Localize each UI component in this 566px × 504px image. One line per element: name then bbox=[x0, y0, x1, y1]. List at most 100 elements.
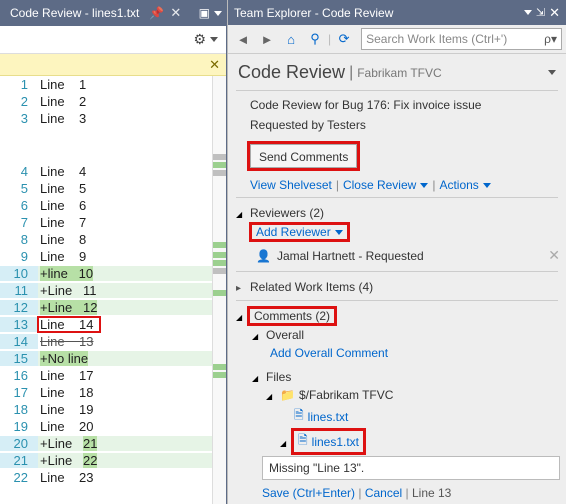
pin-icon[interactable]: 📌 bbox=[149, 6, 164, 20]
page-heading: Code Review | Fabrikam TFVC bbox=[228, 54, 566, 87]
remove-reviewer-icon[interactable]: ✕ bbox=[548, 247, 566, 264]
code-line[interactable]: 18Line 19 bbox=[0, 401, 226, 418]
code-line[interactable]: 19Line 20 bbox=[0, 418, 226, 435]
overview-ruler[interactable] bbox=[212, 76, 226, 504]
pane-menu-icon[interactable] bbox=[524, 10, 532, 15]
comment-input[interactable]: Missing "Line 13". bbox=[262, 456, 560, 480]
close-notification-icon[interactable]: ✕ bbox=[209, 57, 220, 73]
comment-context: Line 13 bbox=[412, 486, 451, 500]
chevron-right-icon[interactable] bbox=[236, 280, 246, 294]
code-line[interactable]: 14Line 13 bbox=[0, 333, 226, 350]
related-items-label: Related Work Items (4) bbox=[250, 280, 373, 294]
chevron-down-icon[interactable] bbox=[266, 388, 276, 402]
refresh-icon[interactable]: ⟳ bbox=[333, 28, 355, 50]
code-line[interactable]: 4Line 4 bbox=[0, 163, 226, 180]
code-line[interactable]: 17Line 18 bbox=[0, 384, 226, 401]
actions-dropdown-icon[interactable] bbox=[483, 183, 491, 188]
code-line[interactable]: 6Line 6 bbox=[0, 197, 226, 214]
files-node[interactable]: Files bbox=[252, 368, 566, 386]
code-line[interactable]: 21+Line 22 bbox=[0, 452, 226, 469]
code-line[interactable]: 1Line 1 bbox=[0, 76, 226, 93]
close-review-link[interactable]: Close Review bbox=[343, 178, 416, 192]
code-line[interactable]: 5Line 5 bbox=[0, 180, 226, 197]
heading-main: Code Review bbox=[238, 62, 345, 83]
pin-pane-icon[interactable]: ⇲ bbox=[536, 6, 545, 19]
heading-dropdown-icon[interactable] bbox=[548, 70, 556, 75]
search-input[interactable]: Search Work Items (Ctrl+') ρ▾ bbox=[361, 28, 562, 50]
file-row[interactable]: 🗎 lines.txt bbox=[252, 404, 566, 429]
comment-text: Missing "Line 13". bbox=[269, 461, 364, 475]
tab-menu-dropdown-icon[interactable] bbox=[214, 11, 222, 16]
folder-row[interactable]: 📁 $/Fabrikam TFVC bbox=[252, 386, 566, 404]
add-overall-comment-link[interactable]: Add Overall Comment bbox=[270, 346, 388, 360]
search-dropdown-icon[interactable]: ρ▾ bbox=[544, 32, 557, 46]
home-icon[interactable]: ⌂ bbox=[280, 28, 302, 50]
search-placeholder: Search Work Items (Ctrl+') bbox=[366, 32, 544, 46]
notification-bar: ✕ bbox=[0, 54, 226, 76]
overall-label: Overall bbox=[266, 328, 304, 342]
team-explorer-title-bar: Team Explorer - Code Review ⇲ ✕ bbox=[228, 0, 566, 25]
code-line[interactable]: 15+No line bbox=[0, 350, 226, 367]
code-line[interactable]: 8Line 8 bbox=[0, 231, 226, 248]
chevron-down-icon[interactable] bbox=[236, 206, 246, 220]
heading-project: Fabrikam TFVC bbox=[357, 66, 441, 80]
chevron-down-icon[interactable] bbox=[280, 435, 290, 449]
file-row-expanded[interactable]: 🗎 lines1.txt bbox=[252, 429, 566, 454]
code-line[interactable]: 12+Line 12 bbox=[0, 299, 226, 316]
editor-tab-bar: Code Review - lines1.txt 📌 ✕ ▣ bbox=[0, 0, 226, 26]
code-toolbar: ⚙ bbox=[0, 26, 226, 54]
code-line[interactable]: 13Line 14 bbox=[0, 316, 226, 333]
actions-link[interactable]: Actions bbox=[439, 178, 478, 192]
code-line[interactable]: 7Line 7 bbox=[0, 214, 226, 231]
toolbar-dropdown-icon[interactable] bbox=[210, 37, 218, 42]
review-summary-title: Code Review for Bug 176: Fix invoice iss… bbox=[228, 94, 566, 118]
folder-icon: 📁 bbox=[280, 388, 295, 402]
code-line[interactable]: 16Line 17 bbox=[0, 367, 226, 384]
chevron-down-icon[interactable] bbox=[252, 370, 262, 384]
related-items-section[interactable]: Related Work Items (4) bbox=[228, 275, 566, 297]
code-line[interactable]: 9Line 9 bbox=[0, 248, 226, 265]
view-shelveset-link[interactable]: View Shelveset bbox=[250, 178, 332, 192]
code-editor-pane: Code Review - lines1.txt 📌 ✕ ▣ ⚙ ✕ 1Line… bbox=[0, 0, 227, 504]
cancel-comment-link[interactable]: Cancel bbox=[365, 486, 402, 500]
code-line[interactable]: 20+Line 21 bbox=[0, 435, 226, 452]
close-tab-icon[interactable]: ✕ bbox=[170, 5, 181, 21]
reviewer-item[interactable]: 👤 Jamal Hartnett - Requested ✕ bbox=[228, 243, 566, 268]
code-line[interactable]: 11+Line 11 bbox=[0, 282, 226, 299]
back-icon[interactable]: ◄ bbox=[232, 28, 254, 50]
comments-section[interactable]: Comments (2) bbox=[228, 304, 566, 326]
reviewers-label: Reviewers (2) bbox=[250, 206, 324, 220]
chevron-down-icon[interactable] bbox=[252, 328, 262, 342]
file-link-active[interactable]: lines1.txt bbox=[312, 435, 359, 449]
team-explorer-pane: Team Explorer - Code Review ⇲ ✕ ◄ ► ⌂ ⚲ … bbox=[227, 0, 566, 504]
file-link[interactable]: lines.txt bbox=[308, 410, 349, 424]
reviewers-section[interactable]: Reviewers (2) bbox=[228, 201, 566, 223]
editor-tab-title[interactable]: Code Review - lines1.txt bbox=[4, 6, 145, 20]
team-explorer-toolbar: ◄ ► ⌂ ⚲ | ⟳ Search Work Items (Ctrl+') ρ… bbox=[228, 25, 566, 54]
save-comment-link[interactable]: Save (Ctrl+Enter) bbox=[262, 486, 355, 500]
forward-icon[interactable]: ► bbox=[256, 28, 278, 50]
solution-icon[interactable]: ▣ bbox=[199, 6, 210, 20]
code-line[interactable]: 10+line 10 bbox=[0, 265, 226, 282]
code-line[interactable]: 22Line 23 bbox=[0, 469, 226, 486]
close-review-dropdown-icon[interactable] bbox=[420, 183, 428, 188]
code-area[interactable]: 1Line 12Line 23Line 3 4Line 45Line 56Line… bbox=[0, 76, 226, 504]
requested-by: Requested by Testers bbox=[228, 118, 566, 138]
add-reviewer-link[interactable]: Add Reviewer bbox=[252, 225, 347, 239]
team-explorer-title: Team Explorer - Code Review bbox=[234, 6, 520, 20]
folder-path: $/Fabrikam TFVC bbox=[299, 388, 393, 402]
comments-label: Comments (2) bbox=[250, 309, 334, 323]
overall-node[interactable]: Overall bbox=[252, 326, 566, 344]
chevron-down-icon[interactable] bbox=[236, 309, 246, 323]
connect-icon[interactable]: ⚲ bbox=[304, 28, 326, 50]
code-line[interactable]: 2Line 2 bbox=[0, 93, 226, 110]
add-reviewer-dropdown-icon[interactable] bbox=[335, 230, 343, 235]
reviewer-name: Jamal Hartnett - Requested bbox=[277, 249, 424, 263]
file-icon: 🗎 bbox=[294, 406, 304, 427]
send-comments-button[interactable]: Send Comments bbox=[250, 144, 357, 168]
code-line[interactable]: 3Line 3 bbox=[0, 110, 226, 127]
review-actions-row: View Shelveset | Close Review | Actions bbox=[228, 174, 566, 194]
gear-icon[interactable]: ⚙ bbox=[193, 31, 206, 48]
files-label: Files bbox=[266, 370, 291, 384]
close-pane-icon[interactable]: ✕ bbox=[549, 5, 560, 21]
